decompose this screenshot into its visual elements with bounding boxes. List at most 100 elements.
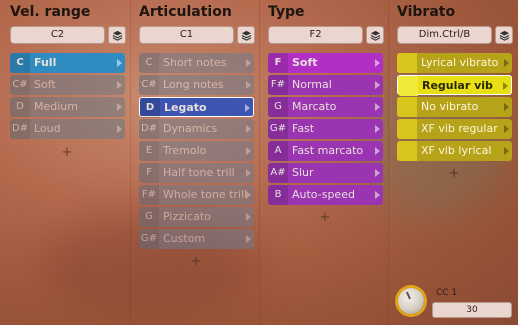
- list-item[interactable]: A Fast marcato: [268, 141, 383, 161]
- key-tag: [397, 97, 417, 117]
- item-label: No vibrato: [421, 100, 479, 113]
- list-item[interactable]: C# Soft: [10, 75, 125, 95]
- layers-button[interactable]: [237, 26, 255, 44]
- item-label: Fast marcato: [292, 144, 364, 157]
- list-item[interactable]: G Pizzicato: [139, 207, 254, 227]
- item-label: Legato: [164, 101, 207, 114]
- cc-knob[interactable]: [398, 288, 424, 314]
- chevron-right-icon: [375, 169, 380, 177]
- add-item-button[interactable]: +: [61, 146, 73, 159]
- column-title: Articulation: [139, 4, 232, 20]
- column-vibrato: Vibrato Dim.Ctrl/B Lyrical vibrato Regula…: [397, 0, 518, 325]
- layers-button[interactable]: [495, 26, 513, 44]
- column-type: Type F2 F Soft F# Normal G Marcato G# Fast A Fast…: [268, 0, 396, 325]
- chevron-right-icon: [246, 59, 251, 67]
- layers-button[interactable]: [108, 26, 126, 44]
- item-label: Whole tone trill: [163, 188, 248, 201]
- list-item[interactable]: XF vib lyrical: [397, 141, 512, 161]
- layers-icon: [241, 30, 251, 41]
- list-item[interactable]: F# Whole tone trill: [139, 185, 254, 205]
- key-tag: A#: [268, 163, 288, 183]
- list-item[interactable]: D# Dynamics: [139, 119, 254, 139]
- layers-icon: [499, 30, 509, 41]
- item-label: Soft: [292, 56, 318, 69]
- key-tag: C: [139, 53, 159, 73]
- list-item[interactable]: G# Custom: [139, 229, 254, 249]
- list-item[interactable]: B Auto-speed: [268, 185, 383, 205]
- chevron-right-icon: [246, 147, 251, 155]
- chevron-right-icon: [504, 103, 509, 111]
- key-tag: F: [139, 163, 159, 183]
- key-tag: B: [268, 185, 288, 205]
- key-tag: F#: [268, 75, 288, 95]
- layers-button[interactable]: [366, 26, 384, 44]
- key-selector[interactable]: C1: [139, 26, 234, 44]
- key-tag: F#: [139, 185, 159, 205]
- cc-value-field[interactable]: 30: [432, 302, 512, 318]
- chevron-right-icon: [375, 81, 380, 89]
- list-item[interactable]: C Full: [10, 53, 125, 73]
- item-label: Short notes: [163, 56, 227, 69]
- key-tag: G: [268, 97, 288, 117]
- key-tag: D: [10, 97, 30, 117]
- item-label: Half tone trill: [163, 166, 235, 179]
- key-selector[interactable]: F2: [268, 26, 363, 44]
- item-label: Medium: [34, 100, 78, 113]
- list-item[interactable]: Lyrical vibrato: [397, 53, 512, 73]
- item-label: Pizzicato: [163, 210, 211, 223]
- list-item[interactable]: G Marcato: [268, 97, 383, 117]
- chevron-right-icon: [246, 191, 251, 199]
- list-item[interactable]: F# Normal: [268, 75, 383, 95]
- item-label: Marcato: [292, 100, 337, 113]
- chevron-right-icon: [117, 59, 122, 67]
- item-label: Regular vib: [422, 79, 493, 92]
- item-label: Dynamics: [163, 122, 218, 135]
- list-item[interactable]: E Tremolo: [139, 141, 254, 161]
- chevron-right-icon: [504, 147, 509, 155]
- column-vel-range: Vel. range C2 C Full C# Soft D Medium D# Loud +: [10, 0, 138, 325]
- chevron-right-icon: [375, 125, 380, 133]
- key-tag: E: [139, 141, 159, 161]
- chevron-right-icon: [375, 103, 380, 111]
- chevron-right-icon: [246, 81, 251, 89]
- key-tag: D#: [10, 119, 30, 139]
- list-item[interactable]: C Short notes: [139, 53, 254, 73]
- list-item[interactable]: XF vib regular: [397, 119, 512, 139]
- add-item-button[interactable]: +: [448, 167, 460, 180]
- column-title: Type: [268, 4, 305, 20]
- item-label: Loud: [34, 122, 61, 135]
- list-item[interactable]: G# Fast: [268, 119, 383, 139]
- chevron-right-icon: [117, 125, 122, 133]
- add-item-button[interactable]: +: [319, 211, 331, 224]
- column-title: Vibrato: [397, 4, 456, 20]
- column-title: Vel. range: [10, 4, 91, 20]
- add-item-button[interactable]: +: [190, 255, 202, 268]
- list-item[interactable]: C# Long notes: [139, 75, 254, 95]
- list-item[interactable]: Regular vib: [397, 75, 512, 96]
- chevron-right-icon: [375, 191, 380, 199]
- key-tag: F: [268, 53, 288, 73]
- item-label: Auto-speed: [292, 188, 355, 201]
- chevron-right-icon: [503, 82, 508, 90]
- list-item[interactable]: D Legato: [139, 97, 254, 118]
- chevron-right-icon: [245, 104, 250, 112]
- key-selector[interactable]: Dim.Ctrl/B: [397, 26, 492, 44]
- key-tag: [397, 53, 417, 73]
- key-tag: C#: [10, 75, 30, 95]
- item-label: Tremolo: [163, 144, 207, 157]
- key-tag: D#: [139, 119, 159, 139]
- list-item[interactable]: F Soft: [268, 53, 383, 73]
- key-tag: C: [10, 53, 30, 73]
- key-tag: [397, 119, 417, 139]
- list-item[interactable]: A# Slur: [268, 163, 383, 183]
- item-label: Custom: [163, 232, 206, 245]
- list-item[interactable]: D# Loud: [10, 119, 125, 139]
- key-tag: G: [139, 207, 159, 227]
- list-item[interactable]: F Half tone trill: [139, 163, 254, 183]
- key-selector[interactable]: C2: [10, 26, 105, 44]
- list-item[interactable]: D Medium: [10, 97, 125, 117]
- chevron-right-icon: [246, 169, 251, 177]
- key-tag: G#: [139, 229, 159, 249]
- key-tag: G#: [268, 119, 288, 139]
- list-item[interactable]: No vibrato: [397, 97, 512, 117]
